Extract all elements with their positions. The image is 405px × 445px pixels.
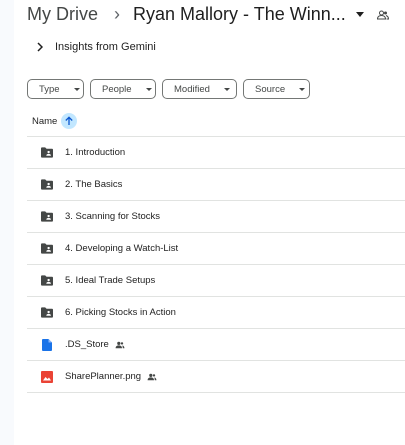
filter-modified-label: Modified <box>174 83 210 95</box>
gemini-insights-toggle[interactable]: Insights from Gemini <box>35 38 156 56</box>
list-item[interactable]: 3. Scanning for Stocks <box>27 201 405 233</box>
breadcrumb-separator: › <box>114 3 120 24</box>
gemini-insights-label: Insights from Gemini <box>55 41 156 53</box>
filter-type-button[interactable]: Type <box>27 79 84 99</box>
caret-down-icon <box>73 87 80 91</box>
file-list: 1. Introduction 2. The Basics 3. Scannin… <box>27 137 405 393</box>
list-item[interactable]: 2. The Basics <box>27 169 405 201</box>
filter-source-label: Source <box>255 83 286 95</box>
caret-down-icon[interactable] <box>355 12 364 17</box>
shared-folder-icon <box>41 275 53 287</box>
file-name: SharePlanner.png <box>65 371 157 382</box>
image-file-icon <box>41 370 53 383</box>
shared-folder-icon <box>41 147 53 159</box>
chevron-right-icon <box>35 41 45 53</box>
caret-down-icon <box>299 87 306 91</box>
filter-people-label: People <box>102 83 132 95</box>
list-item[interactable]: 6. Picking Stocks in Action <box>27 297 405 329</box>
filter-modified-button[interactable]: Modified <box>162 79 237 99</box>
file-name-text: .DS_Store <box>65 339 109 350</box>
shared-folder-icon <box>41 179 53 191</box>
caret-down-icon <box>145 87 152 91</box>
list-item[interactable]: 1. Introduction <box>27 137 405 169</box>
file-name: 5. Ideal Trade Setups <box>65 275 156 286</box>
file-name: .DS_Store <box>65 339 125 350</box>
file-name: 4. Developing a Watch-List <box>65 243 179 254</box>
file-name: 1. Introduction <box>65 147 126 158</box>
breadcrumb-my-drive[interactable]: My Drive <box>27 4 98 25</box>
column-name-header[interactable]: Name <box>32 116 57 127</box>
list-item[interactable]: .DS_Store <box>27 329 405 361</box>
list-item[interactable]: 5. Ideal Trade Setups <box>27 265 405 297</box>
filter-type-label: Type <box>39 83 60 95</box>
filter-chips: Type People Modified Source <box>27 79 310 99</box>
file-name: 6. Picking Stocks in Action <box>65 307 176 318</box>
breadcrumb-current-folder[interactable]: Ryan Mallory - The Winn... <box>133 4 346 25</box>
drive-main: My Drive › Ryan Mallory - The Winn... In… <box>27 0 405 445</box>
people-icon <box>147 373 157 381</box>
file-name: 2. The Basics <box>65 179 123 190</box>
sidebar-edge <box>0 0 14 445</box>
filter-people-button[interactable]: People <box>90 79 156 99</box>
people-icon <box>115 341 125 349</box>
breadcrumb: My Drive › Ryan Mallory - The Winn... <box>27 0 389 26</box>
file-name-text: SharePlanner.png <box>65 371 142 382</box>
list-item[interactable]: SharePlanner.png <box>27 361 405 393</box>
arrow-up-icon[interactable] <box>61 113 78 129</box>
file-name: 3. Scanning for Stocks <box>65 211 161 222</box>
caret-down-icon <box>223 87 230 91</box>
people-icon <box>376 10 389 20</box>
shared-folder-icon <box>41 243 53 255</box>
filter-source-button[interactable]: Source <box>243 79 310 99</box>
list-item[interactable]: 4. Developing a Watch-List <box>27 233 405 265</box>
shared-folder-icon <box>41 307 53 319</box>
shared-folder-icon <box>41 211 53 223</box>
list-header: Name <box>32 111 78 131</box>
document-icon <box>41 338 53 351</box>
